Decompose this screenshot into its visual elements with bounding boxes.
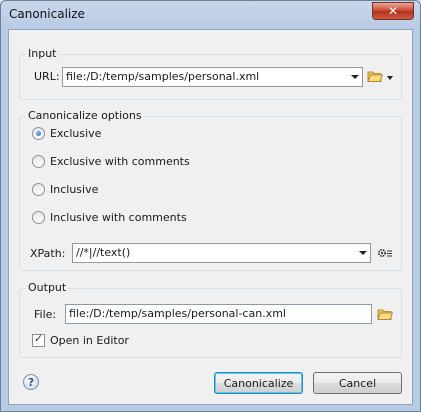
checkbox[interactable] <box>32 332 45 347</box>
options-group-label: Canonicalize options <box>26 109 144 122</box>
folder-open-icon[interactable] <box>377 308 393 320</box>
radio-exclusive[interactable]: Exclusive <box>32 127 101 140</box>
url-label: URL: <box>34 70 60 83</box>
xpath-value: //*|//text() <box>76 246 131 259</box>
xpath-label: XPath: <box>30 247 66 260</box>
output-group: Output File: file:/D:/temp/samples/perso… <box>19 281 402 358</box>
url-combo[interactable]: file:/D:/temp/samples/personal.xml <box>62 67 363 87</box>
gear-icon[interactable] <box>377 247 393 259</box>
canonicalize-button-label: Canonicalize <box>223 376 294 390</box>
close-button[interactable]: ✕ <box>372 2 414 20</box>
canonicalize-button[interactable]: Canonicalize <box>214 372 303 394</box>
radio-inclusive-with-comments[interactable]: Inclusive with comments <box>32 211 187 224</box>
options-group: Canonicalize options Exclusive Exclusive… <box>19 109 402 271</box>
open-in-editor-checkbox[interactable]: Open in Editor <box>32 332 129 347</box>
dialog-window: Canonicalize ✕ Input URL: file:/D:/temp/… <box>0 0 421 412</box>
radio-label: Inclusive with comments <box>50 211 187 224</box>
output-file-field[interactable]: file:/D:/temp/samples/personal-can.xml <box>65 304 372 324</box>
folder-open-icon[interactable] <box>367 70 383 82</box>
chevron-down-icon[interactable] <box>387 76 393 80</box>
close-icon: ✕ <box>387 4 399 18</box>
radio-button[interactable] <box>32 211 45 224</box>
radio-exclusive-with-comments[interactable]: Exclusive with comments <box>32 155 190 168</box>
radio-label: Inclusive <box>50 183 99 196</box>
dialog-body: Input URL: file:/D:/temp/samples/persona… <box>8 29 413 405</box>
radio-button[interactable] <box>32 183 45 196</box>
url-value: file:/D:/temp/samples/personal.xml <box>66 70 260 83</box>
radio-label: Exclusive with comments <box>50 155 190 168</box>
output-group-label: Output <box>26 281 69 294</box>
window-title: Canonicalize <box>9 7 85 21</box>
input-group-label: Input <box>26 47 59 60</box>
file-value: file:/D:/temp/samples/personal-can.xml <box>69 307 286 320</box>
xpath-combo[interactable]: //*|//text() <box>72 243 371 263</box>
input-group: Input URL: file:/D:/temp/samples/persona… <box>19 47 402 100</box>
help-icon[interactable]: ? <box>23 374 39 390</box>
chevron-down-icon[interactable] <box>351 75 359 79</box>
cancel-button[interactable]: Cancel <box>313 372 402 394</box>
title-bar[interactable]: Canonicalize ✕ <box>1 1 420 28</box>
chevron-down-icon[interactable] <box>359 251 367 255</box>
open-in-editor-label: Open in Editor <box>50 334 129 347</box>
radio-button[interactable] <box>32 155 45 168</box>
cancel-button-label: Cancel <box>338 376 377 390</box>
radio-button[interactable] <box>32 127 45 140</box>
radio-label: Exclusive <box>50 127 102 140</box>
radio-inclusive[interactable]: Inclusive <box>32 183 98 196</box>
file-label: File: <box>34 308 57 321</box>
